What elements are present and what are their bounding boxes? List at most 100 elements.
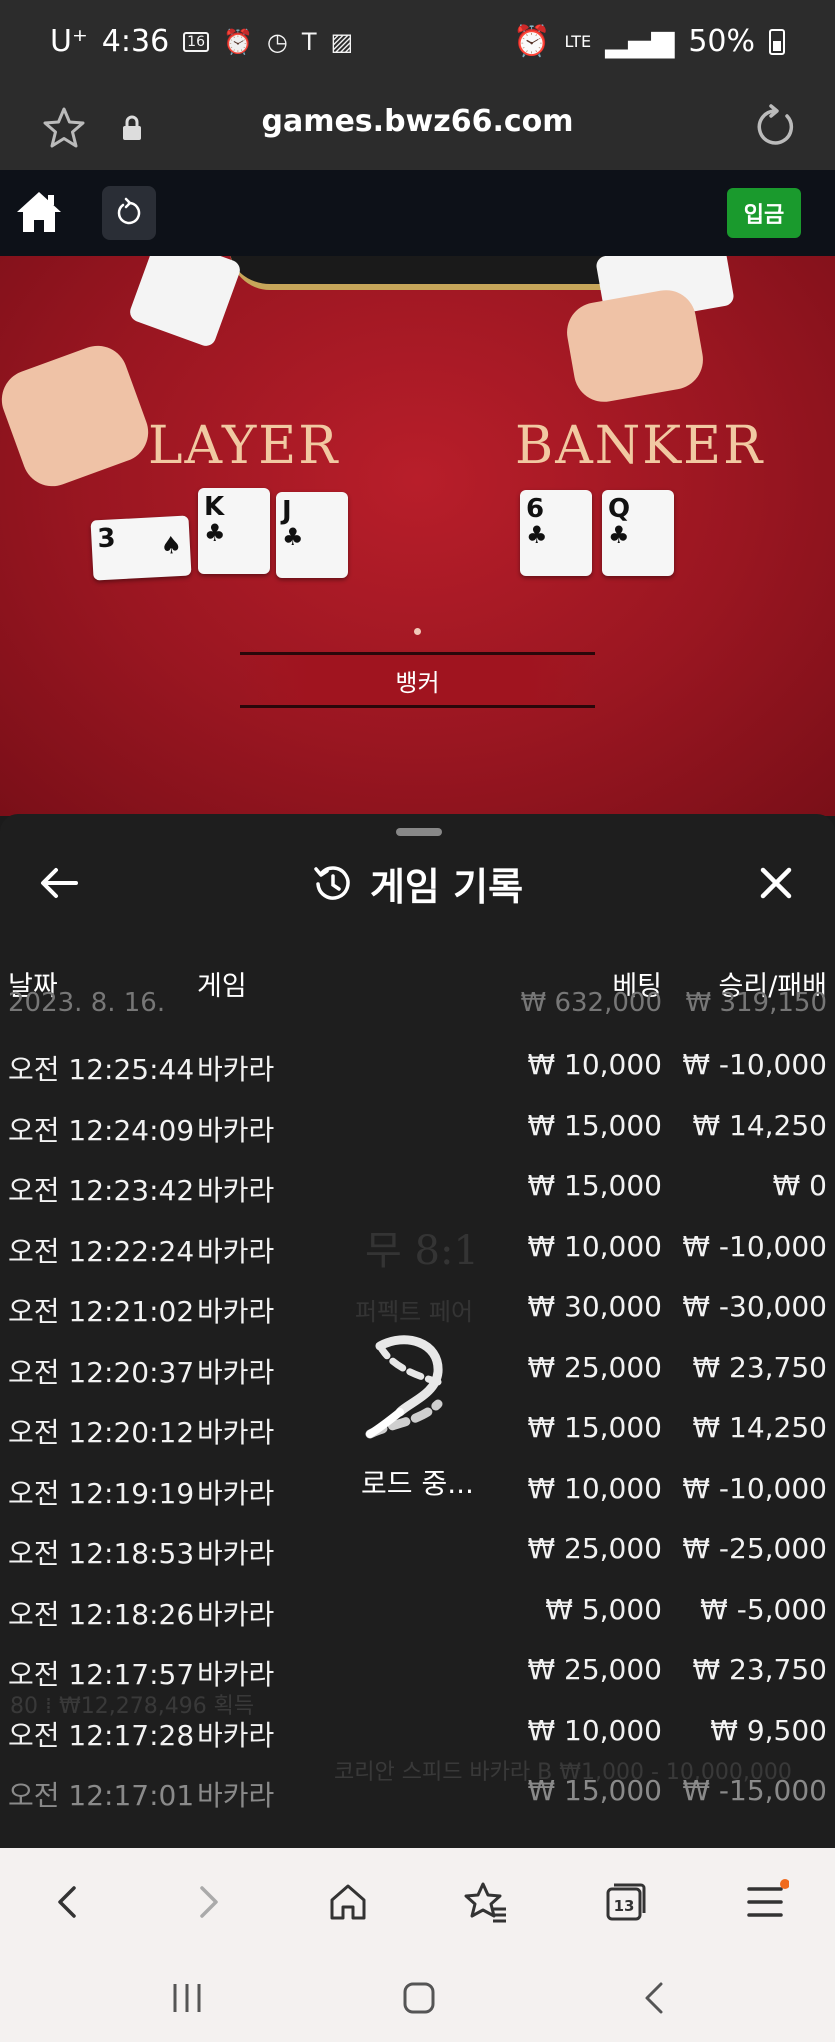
row-win-loss: ₩ 9,500	[710, 1713, 827, 1747]
battery-percent: 50%	[688, 24, 755, 59]
alarm-icon: ⏰	[223, 27, 253, 56]
carrier-label: U⁺	[50, 24, 88, 59]
home-icon[interactable]	[14, 188, 64, 236]
card-rank: Q	[608, 494, 631, 524]
row-date: 오전 12:22:24	[8, 1234, 195, 1268]
summary-date: 2023. 8. 16.	[8, 990, 166, 1018]
card-rank: J	[282, 496, 292, 526]
row-date: 오전 12:17:57	[8, 1658, 195, 1691]
nav-tabs-button[interactable]: 13	[598, 1874, 654, 1930]
clock: 4:36	[101, 24, 170, 59]
history-row[interactable]: 오전 12:18:26 바카라 ₩ 5,000 ₩ -5,000	[0, 1579, 835, 1640]
system-nav-bar	[0, 1954, 835, 2042]
recent-apps-button[interactable]	[162, 1976, 212, 2020]
history-row[interactable]: 오전 12:18:53 바카라 ₩ 25,000 ₩ -25,000	[0, 1518, 835, 1579]
table-edge	[230, 256, 650, 290]
nav-forward-button[interactable]	[180, 1874, 236, 1930]
refresh-icon	[117, 197, 141, 225]
row-date: 오전 12:25:44	[8, 1053, 195, 1086]
history-row[interactable]: 오전 12:17:28 바카라 ₩ 10,000 ₩ 9,500	[0, 1700, 835, 1761]
indicator-dot	[414, 628, 421, 635]
summary-bet: ₩ 632,000	[520, 990, 663, 1018]
loading-spinner-icon	[365, 1335, 443, 1439]
player-card: J ♣	[276, 492, 348, 578]
history-row[interactable]: 오전 12:22:24 바카라 ₩ 10,000 ₩ -10,000	[0, 1216, 835, 1277]
banker-label: BANKER	[515, 416, 765, 476]
row-win-loss: ₩ 23,750	[692, 1350, 827, 1384]
sheet-drag-handle[interactable]	[396, 828, 442, 836]
deposit-button[interactable]: 입금	[727, 188, 801, 238]
status-bar: U⁺ 4:36 16 ⏰ ◷ T ▨ ⏰ LTE ▂▄▆ 50%	[0, 0, 835, 84]
row-bet: ₩ 25,000	[527, 1532, 662, 1565]
row-win-loss: ₩ -25,000	[682, 1532, 827, 1565]
history-row[interactable]: 오전 12:17:57 바카라 ₩ 25,000 ₩ 23,750	[0, 1639, 835, 1700]
history-row[interactable]: 오전 12:24:09 바카라 ₩ 15,000 ₩ 14,250	[0, 1095, 835, 1156]
row-win-loss: ₩ 0	[772, 1169, 827, 1202]
t-icon: T	[301, 27, 317, 56]
chevron-right-icon	[200, 1886, 218, 1918]
card-suit: ♣	[204, 519, 226, 547]
row-win-loss: ₩ -10,000	[682, 1048, 827, 1081]
nav-back-button[interactable]	[40, 1874, 96, 1930]
row-game: 바카라	[197, 1416, 275, 1449]
chevron-left-icon	[58, 1886, 76, 1918]
row-game: 바카라	[197, 1355, 275, 1389]
history-row[interactable]: 오전 12:23:42 바카라 ₩ 15,000 ₩ 0	[0, 1155, 835, 1216]
row-game: 바카라	[197, 1658, 275, 1691]
refresh-button[interactable]	[102, 186, 156, 240]
player-label: LAYER	[148, 416, 340, 476]
banker-card: Q ♣	[602, 490, 674, 576]
row-date: 오전 12:17:28	[8, 1718, 195, 1752]
card-suit: ♠	[159, 530, 183, 560]
row-win-loss: ₩ 14,250	[692, 1411, 827, 1444]
row-game: 바카라	[197, 1718, 275, 1752]
nav-menu-button[interactable]	[738, 1874, 794, 1930]
dealer-hand-right	[562, 285, 708, 407]
reload-icon[interactable]	[749, 102, 799, 152]
player-card: K ♣	[198, 488, 270, 574]
row-win-loss: ₩ 23,750	[692, 1653, 827, 1686]
sheet-title-text: 게임 기록	[369, 865, 524, 909]
image-icon: ▨	[330, 27, 354, 56]
alarm-icon: ⏰	[513, 24, 551, 59]
nav-bookmarks-button[interactable]	[458, 1874, 514, 1930]
network-type: LTE	[564, 32, 592, 51]
result-banner: 뱅커	[240, 652, 595, 708]
recent-apps-icon	[173, 1984, 201, 2012]
row-bet: ₩ 15,000	[527, 1774, 662, 1807]
game-history-sheet: 무 8:1 퍼펙트 페어 80 ⁞ ₩12,278,496 획득 코리안 스피드…	[0, 814, 835, 1848]
row-win-loss: ₩ -15,000	[682, 1774, 827, 1807]
row-date: 오전 12:17:01	[8, 1779, 195, 1812]
nav-home-button[interactable]	[320, 1874, 376, 1930]
history-row[interactable]: 오전 12:25:44 바카라 ₩ 10,000 ₩ -10,000	[0, 1034, 835, 1095]
system-back-button[interactable]	[630, 1976, 680, 2020]
loading-text: 로드 중...	[361, 1467, 474, 1500]
url-text[interactable]: games.bwz66.com	[0, 104, 835, 139]
row-game: 바카라	[197, 1537, 275, 1570]
system-home-button[interactable]	[394, 1976, 444, 2020]
tabs-count: 13	[614, 1897, 635, 1915]
status-right: ⏰ LTE ▂▄▆ 50%	[513, 24, 785, 59]
card-suit: ♣	[608, 521, 630, 549]
signal-icon: ▂▄▆	[605, 24, 675, 59]
row-game: 바카라	[197, 1113, 275, 1147]
history-icon	[314, 865, 350, 900]
row-bet: ₩ 10,000	[527, 1713, 662, 1747]
row-bet: ₩ 15,000	[527, 1411, 662, 1444]
row-date: 오전 12:18:53	[8, 1537, 195, 1570]
row-date: 오전 12:21:02	[8, 1295, 195, 1328]
row-date: 오전 12:24:09	[8, 1113, 195, 1147]
row-bet: ₩ 25,000	[527, 1653, 662, 1686]
row-bet: ₩ 30,000	[527, 1290, 662, 1323]
home-square-icon	[403, 1982, 435, 2014]
close-icon[interactable]	[751, 858, 801, 908]
card-rank: 3	[96, 523, 117, 555]
screen: U⁺ 4:36 16 ⏰ ◷ T ▨ ⏰ LTE ▂▄▆ 50% games.b…	[0, 0, 835, 2042]
url-bar: games.bwz66.com	[0, 84, 835, 170]
row-date: 오전 12:20:37	[8, 1355, 195, 1389]
history-row[interactable]: 오전 12:17:01 바카라 ₩ 15,000 ₩ -15,000	[0, 1760, 835, 1821]
row-game: 바카라	[197, 1174, 275, 1207]
calendar-icon: 16	[183, 31, 209, 52]
summary-win-loss: ₩ 319,150	[685, 990, 828, 1018]
battery-icon	[769, 28, 785, 55]
